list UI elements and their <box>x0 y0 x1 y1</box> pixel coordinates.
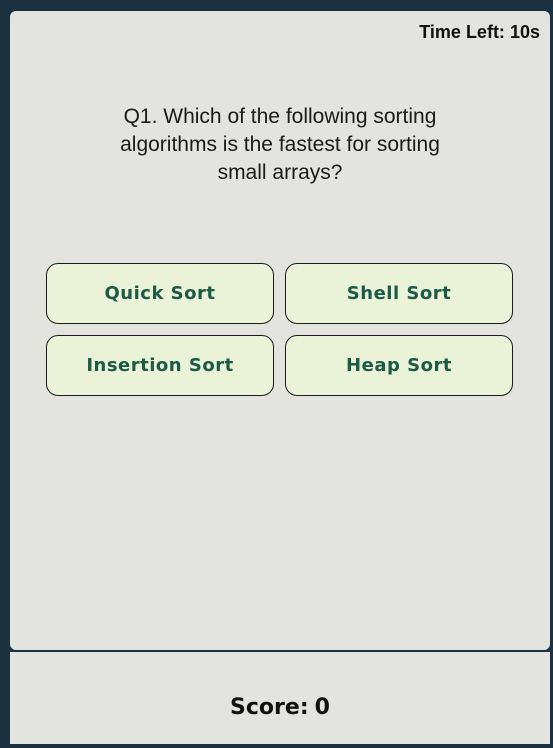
score-bar: Score: 0 <box>10 652 550 744</box>
score-value: 0 <box>314 695 330 720</box>
score-display: Score: 0 <box>10 695 550 720</box>
quiz-card: Time Left: 10s Q1. Which of the followin… <box>10 11 550 650</box>
answer-option-quick-sort[interactable]: Quick Sort <box>46 263 274 324</box>
timer-label: Time Left: <box>419 22 505 42</box>
answer-option-heap-sort[interactable]: Heap Sort <box>285 335 513 396</box>
question-text: Q1. Which of the following sorting algor… <box>120 105 440 184</box>
timer: Time Left: 10s <box>419 22 540 43</box>
score-label: Score: <box>230 695 309 720</box>
answer-option-insertion-sort[interactable]: Insertion Sort <box>46 335 274 396</box>
timer-value: 10s <box>509 22 540 42</box>
answer-option-shell-sort[interactable]: Shell Sort <box>285 263 513 324</box>
